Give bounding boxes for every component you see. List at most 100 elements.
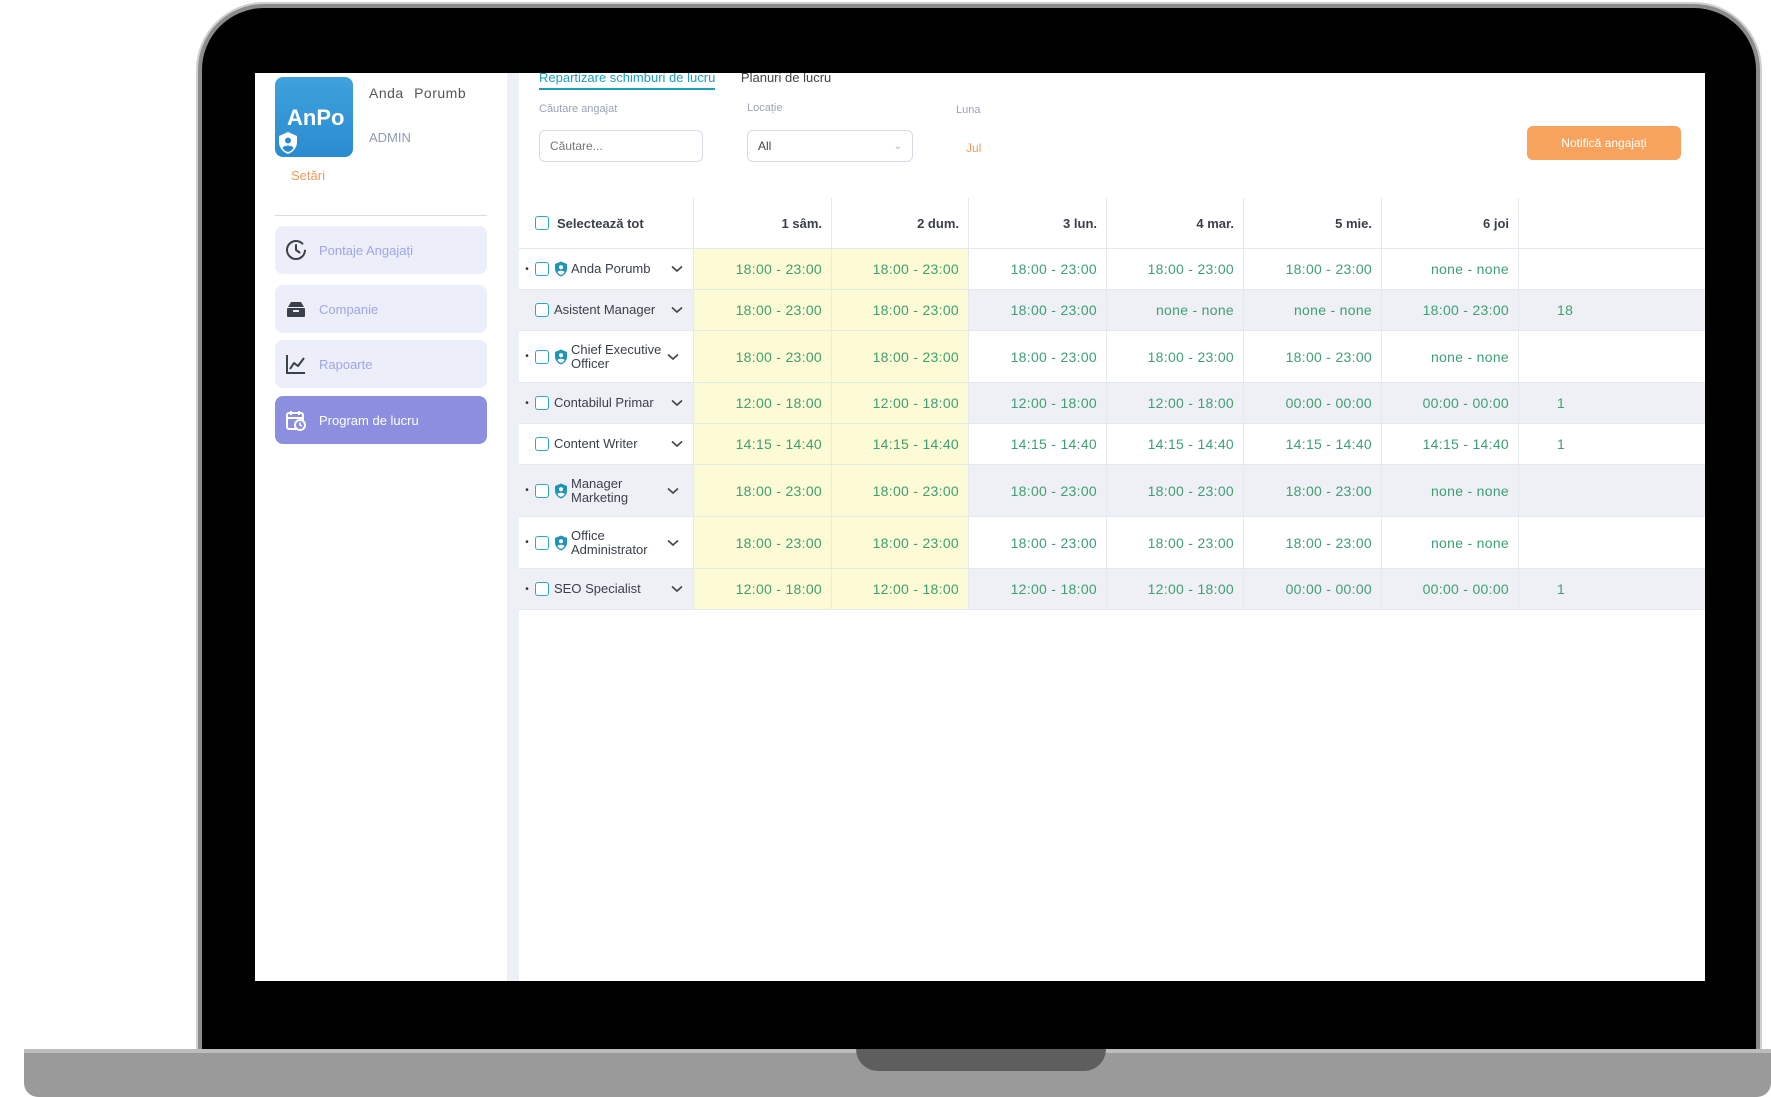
shift-cell-partial[interactable] <box>1518 249 1705 289</box>
shift-cell[interactable]: none - none <box>1381 517 1518 568</box>
shift-cell[interactable]: 18:00 - 23:00 <box>1243 517 1381 568</box>
shift-cell-partial[interactable] <box>1518 517 1705 568</box>
shift-cell[interactable]: 18:00 - 23:00 <box>693 249 831 289</box>
shift-cell[interactable]: none - none <box>1381 465 1518 516</box>
search-input[interactable] <box>539 130 703 162</box>
shift-cell[interactable]: 12:00 - 18:00 <box>968 383 1106 423</box>
expand-chevron-icon[interactable] <box>667 262 687 276</box>
row-checkbox[interactable] <box>535 349 549 364</box>
expand-chevron-icon[interactable] <box>667 396 687 410</box>
shift-cell-partial[interactable]: 1 <box>1518 569 1705 609</box>
expand-chevron-icon[interactable] <box>667 437 687 451</box>
shift-cell-partial[interactable] <box>1518 465 1705 516</box>
shift-cell[interactable]: 18:00 - 23:00 <box>1243 331 1381 382</box>
shift-cell[interactable]: 18:00 - 23:00 <box>968 331 1106 382</box>
employee-cell[interactable]: • Chief Executive Officer <box>519 331 693 382</box>
row-checkbox[interactable] <box>535 483 549 498</box>
sidebar-item-companie[interactable]: Companie <box>275 285 487 333</box>
select-all[interactable]: Selectează tot <box>535 198 644 248</box>
row-checkbox[interactable] <box>535 437 549 451</box>
admin-shield-icon <box>555 349 567 364</box>
shift-cell[interactable]: 18:00 - 23:00 <box>831 290 968 330</box>
sidebar-item-program[interactable]: Program de lucru <box>275 396 487 444</box>
shift-cell[interactable]: 00:00 - 00:00 <box>1243 569 1381 609</box>
expand-chevron-icon[interactable] <box>667 303 687 317</box>
row-checkbox[interactable] <box>535 535 549 550</box>
shift-cell[interactable]: 14:15 - 14:40 <box>831 424 968 464</box>
shift-cell[interactable]: 14:15 - 14:40 <box>1243 424 1381 464</box>
shift-cell-partial[interactable]: 1 <box>1518 424 1705 464</box>
shift-cell[interactable]: 14:15 - 14:40 <box>1106 424 1243 464</box>
shift-cell[interactable]: 18:00 - 23:00 <box>693 331 831 382</box>
shift-cell[interactable]: 14:15 - 14:40 <box>1381 424 1518 464</box>
shift-cell[interactable]: 18:00 - 23:00 <box>968 290 1106 330</box>
select-all-checkbox[interactable] <box>535 216 549 230</box>
employee-cell[interactable]: • Contabilul Primar <box>519 383 693 423</box>
shift-cell[interactable]: 12:00 - 18:00 <box>693 569 831 609</box>
employee-cell[interactable]: Content Writer <box>519 424 693 464</box>
shift-cell[interactable]: 12:00 - 18:00 <box>693 383 831 423</box>
row-checkbox[interactable] <box>535 396 549 410</box>
expand-chevron-icon[interactable] <box>663 350 683 364</box>
app-logo[interactable]: AnPo <box>275 77 353 157</box>
expand-chevron-icon[interactable] <box>663 536 683 550</box>
tab-planuri[interactable]: Planuri de lucru <box>741 73 831 88</box>
shift-cell-partial[interactable] <box>1518 331 1705 382</box>
chart-icon <box>283 351 309 377</box>
shift-cell[interactable]: 12:00 - 18:00 <box>831 569 968 609</box>
shift-cell[interactable]: 18:00 - 23:00 <box>1243 249 1381 289</box>
shift-cell[interactable]: 18:00 - 23:00 <box>968 465 1106 516</box>
shift-cell[interactable]: 00:00 - 00:00 <box>1381 383 1518 423</box>
sidebar-item-pontaje[interactable]: Pontaje Angajați <box>275 226 487 274</box>
settings-link[interactable]: Setări <box>291 168 325 183</box>
shift-cell[interactable]: none - none <box>1381 331 1518 382</box>
row-checkbox[interactable] <box>535 262 549 276</box>
notify-employees-button[interactable]: Notifică angajați <box>1527 126 1681 160</box>
select-all-label: Selectează tot <box>557 215 644 231</box>
shift-cell[interactable]: 14:15 - 14:40 <box>968 424 1106 464</box>
admin-shield-icon <box>555 535 567 550</box>
employee-cell[interactable]: • Anda Porumb <box>519 249 693 289</box>
month-value[interactable]: Jul <box>966 141 981 155</box>
shift-cell[interactable]: 00:00 - 00:00 <box>1243 383 1381 423</box>
shift-cell[interactable]: 18:00 - 23:00 <box>1106 517 1243 568</box>
shift-cell-partial[interactable]: 18 <box>1518 290 1705 330</box>
shift-cell[interactable]: 18:00 - 23:00 <box>1106 465 1243 516</box>
shift-cell[interactable]: 00:00 - 00:00 <box>1381 569 1518 609</box>
shift-cell[interactable]: 18:00 - 23:00 <box>693 290 831 330</box>
shift-cell-partial[interactable]: 1 <box>1518 383 1705 423</box>
shift-cell[interactable]: 18:00 - 23:00 <box>693 517 831 568</box>
shift-cell[interactable]: none - none <box>1243 290 1381 330</box>
shift-cell[interactable]: 12:00 - 18:00 <box>968 569 1106 609</box>
shift-cell[interactable]: 18:00 - 23:00 <box>831 465 968 516</box>
shift-cell[interactable]: 18:00 - 23:00 <box>693 465 831 516</box>
shift-cell[interactable]: 18:00 - 23:00 <box>831 249 968 289</box>
shift-cell[interactable]: 12:00 - 18:00 <box>1106 383 1243 423</box>
shift-cell[interactable]: 18:00 - 23:00 <box>1106 249 1243 289</box>
shift-cell[interactable]: none - none <box>1106 290 1243 330</box>
expand-chevron-icon[interactable] <box>667 582 687 596</box>
row-checkbox[interactable] <box>535 303 549 317</box>
shift-cell[interactable]: 18:00 - 23:00 <box>1106 331 1243 382</box>
expand-chevron-icon[interactable] <box>663 484 683 498</box>
shift-cell[interactable]: 18:00 - 23:00 <box>968 517 1106 568</box>
employee-cell[interactable]: • Manager Marketing <box>519 465 693 516</box>
shift-cell[interactable]: 18:00 - 23:00 <box>1243 465 1381 516</box>
shift-cell[interactable]: 18:00 - 23:00 <box>1381 290 1518 330</box>
shift-cell[interactable]: 18:00 - 23:00 <box>831 517 968 568</box>
shift-cell[interactable]: 14:15 - 14:40 <box>693 424 831 464</box>
sidebar-item-rapoarte[interactable]: Rapoarte <box>275 340 487 388</box>
employee-cell[interactable]: Asistent Manager <box>519 290 693 330</box>
location-select[interactable]: All ⌄ <box>747 130 913 162</box>
admin-shield-icon <box>555 261 567 277</box>
shift-cell[interactable]: 18:00 - 23:00 <box>831 331 968 382</box>
row-checkbox[interactable] <box>535 582 549 596</box>
day-header: 1 sâm. <box>693 198 831 248</box>
tab-repartizare[interactable]: Repartizare schimburi de lucru <box>539 73 716 90</box>
shift-cell[interactable]: 18:00 - 23:00 <box>968 249 1106 289</box>
employee-cell[interactable]: • SEO Specialist <box>519 569 693 609</box>
shift-cell[interactable]: 12:00 - 18:00 <box>1106 569 1243 609</box>
shift-cell[interactable]: none - none <box>1381 249 1518 289</box>
shift-cell[interactable]: 12:00 - 18:00 <box>831 383 968 423</box>
employee-cell[interactable]: • Office Administrator <box>519 517 693 568</box>
